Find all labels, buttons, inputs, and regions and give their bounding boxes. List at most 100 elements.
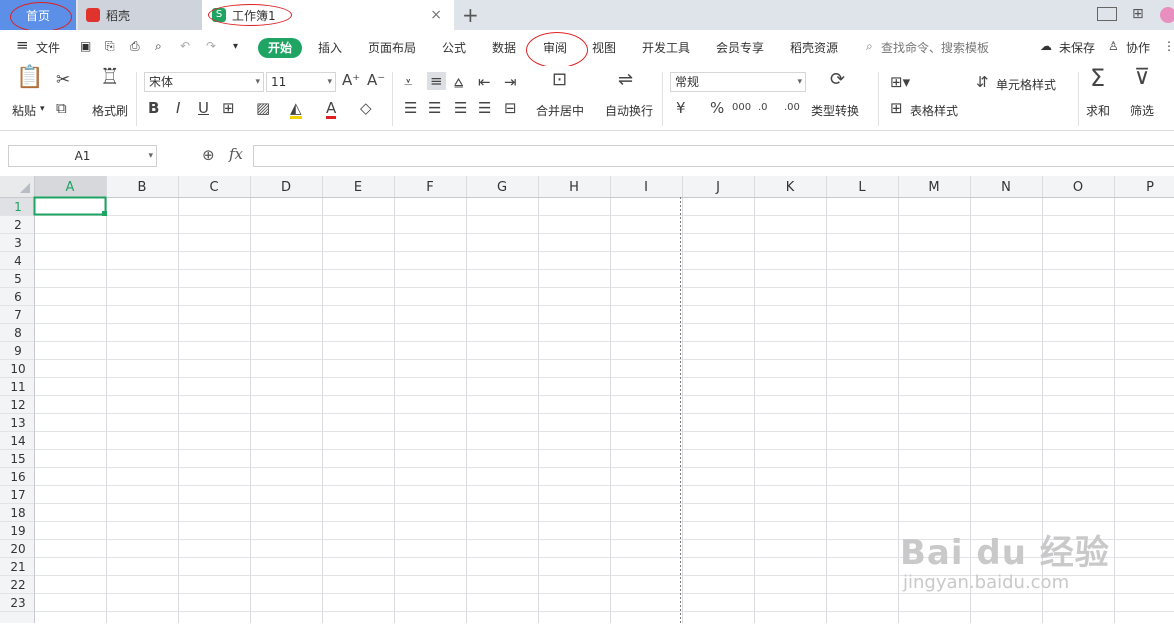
paste-button[interactable]: 粘贴 <box>12 102 36 119</box>
column-header-M[interactable]: M <box>928 180 939 195</box>
column-header-C[interactable]: C <box>209 180 218 195</box>
print-preview-icon[interactable]: ⌕ <box>155 39 162 54</box>
decrease-indent-icon[interactable]: ⇤ <box>478 74 491 90</box>
align-right-icon[interactable]: ☰ <box>454 100 467 116</box>
grid-apps-icon[interactable]: ⊞ <box>1132 6 1144 22</box>
column-header-O[interactable]: O <box>1073 180 1083 195</box>
menu-start[interactable]: 开始 <box>258 38 303 58</box>
layout-toggle-icon[interactable] <box>1097 7 1117 21</box>
column-header-A[interactable]: A <box>66 180 75 195</box>
unsaved-status[interactable]: 未保存 <box>1059 39 1095 56</box>
selected-cell[interactable] <box>33 196 107 216</box>
row-header-13[interactable]: 13 <box>10 416 25 430</box>
column-header-E[interactable]: E <box>354 180 362 195</box>
increase-indent-icon[interactable]: ⇥ <box>504 74 517 90</box>
column-header-D[interactable]: D <box>281 180 291 195</box>
column-header-H[interactable]: H <box>569 180 579 195</box>
zoom-formula-icon[interactable]: ⊕ <box>202 146 215 164</box>
conditional-format-icon[interactable]: ⊞▾ <box>890 74 910 90</box>
table-style-button[interactable]: 表格样式 <box>910 102 958 119</box>
row-header-15[interactable]: 15 <box>10 452 25 466</box>
font-size-select[interactable]: 11 ▾ <box>266 72 336 92</box>
fill-handle[interactable] <box>102 211 107 216</box>
row-header-7[interactable]: 7 <box>14 308 22 322</box>
copy-icon[interactable]: ⧉ <box>56 100 67 116</box>
column-header-L[interactable]: L <box>858 180 866 195</box>
align-center-icon[interactable]: ☰ <box>428 100 441 116</box>
more-icon[interactable]: ⋮ <box>1163 39 1174 53</box>
save-icon[interactable]: ▣ <box>80 39 91 53</box>
row-header-14[interactable]: 14 <box>10 434 25 448</box>
row-header-11[interactable]: 11 <box>10 380 25 394</box>
thousands-icon[interactable]: 000 <box>732 100 751 116</box>
wrap-text-button[interactable]: 自动换行 <box>605 102 653 119</box>
table-style-icon[interactable]: ⊞ <box>890 100 903 116</box>
sum-icon[interactable]: Σ <box>1090 66 1105 90</box>
tab-daoke[interactable]: 稻壳 <box>78 0 202 30</box>
avatar[interactable] <box>1160 7 1174 23</box>
search-command-input[interactable]: 查找命令、搜索模板 <box>881 39 989 56</box>
hamburger-icon[interactable]: ≡ <box>16 36 29 54</box>
align-middle-icon[interactable]: ≡ <box>427 72 446 90</box>
menu-formula[interactable]: 公式 <box>442 39 466 56</box>
decrease-font-icon[interactable]: A⁻ <box>367 72 385 88</box>
redo-icon[interactable]: ↷ <box>206 39 216 53</box>
formula-input[interactable] <box>253 145 1174 167</box>
increase-decimal-icon[interactable]: .0 <box>758 100 768 116</box>
menu-view[interactable]: 视图 <box>592 39 616 56</box>
menu-member[interactable]: 会员专享 <box>716 39 764 56</box>
collab-button[interactable]: 协作 <box>1126 39 1150 56</box>
border-icon[interactable]: ⊞ <box>222 100 235 116</box>
cell-style-button[interactable]: 单元格样式 <box>996 76 1056 93</box>
row-header-20[interactable]: 20 <box>10 542 25 556</box>
row-header-17[interactable]: 17 <box>10 488 25 502</box>
decrease-decimal-icon[interactable]: .00 <box>784 100 800 116</box>
name-box[interactable]: A1 ▾ <box>8 145 157 167</box>
row-header-3[interactable]: 3 <box>14 236 22 250</box>
row-header-22[interactable]: 22 <box>10 578 25 592</box>
clear-format-icon[interactable]: ◇ <box>360 100 372 116</box>
merge-center-icon[interactable]: ⊡ <box>552 71 567 89</box>
row-header-12[interactable]: 12 <box>10 398 25 412</box>
format-painter-button[interactable]: 格式刷 <box>92 102 128 119</box>
sum-button[interactable]: 求和 <box>1086 102 1110 119</box>
wrap-text-icon[interactable]: ⇌ <box>618 71 633 89</box>
bold-icon[interactable]: B <box>148 100 159 116</box>
column-header-I[interactable]: I <box>644 180 648 195</box>
row-header-5[interactable]: 5 <box>14 272 22 286</box>
row-header-8[interactable]: 8 <box>14 326 22 340</box>
filter-icon[interactable]: ⊽ <box>1134 67 1150 89</box>
undo-icon[interactable]: ↶ <box>180 39 190 53</box>
row-header-18[interactable]: 18 <box>10 506 25 520</box>
paste-dropdown-icon[interactable]: ▾ <box>40 104 45 114</box>
row-header-10[interactable]: 10 <box>10 362 25 376</box>
search-icon[interactable]: ⌕ <box>866 39 873 54</box>
column-header-F[interactable]: F <box>426 180 433 195</box>
row-header-19[interactable]: 19 <box>10 524 25 538</box>
column-header-J[interactable]: J <box>715 180 720 195</box>
type-convert-button[interactable]: 类型转换 <box>811 102 859 119</box>
menu-dev-tools[interactable]: 开发工具 <box>642 39 690 56</box>
underline-icon[interactable]: U <box>198 100 209 116</box>
align-left-icon[interactable]: ☰ <box>404 100 417 116</box>
column-header-K[interactable]: K <box>786 180 795 195</box>
merge-center-button[interactable]: 合并居中 <box>536 102 584 119</box>
row-header-9[interactable]: 9 <box>14 344 22 358</box>
column-header-P[interactable]: P <box>1146 180 1154 195</box>
type-convert-icon[interactable]: ⟳ <box>830 71 845 89</box>
quick-access-dropdown-icon[interactable]: ▾ <box>233 41 238 52</box>
print-icon[interactable]: ⎙ <box>130 39 140 54</box>
column-header-N[interactable]: N <box>1001 180 1011 195</box>
export-icon[interactable]: ⎘ <box>105 39 115 54</box>
row-header-23[interactable]: 23 <box>10 596 25 610</box>
row-header-6[interactable]: 6 <box>14 290 22 304</box>
number-format-select[interactable]: 常规 ▾ <box>670 72 806 92</box>
currency-icon[interactable]: ¥ <box>676 100 686 116</box>
row-header-1[interactable]: 1 <box>14 200 22 214</box>
add-tab-button[interactable]: + <box>462 3 479 27</box>
menu-insert[interactable]: 插入 <box>318 39 342 56</box>
justify-icon[interactable]: ☰ <box>478 100 491 116</box>
distribute-icon[interactable]: ⊟ <box>504 100 517 116</box>
filter-button[interactable]: 筛选 <box>1130 102 1154 119</box>
cell-style-icon[interactable]: ⇵ <box>976 74 989 90</box>
